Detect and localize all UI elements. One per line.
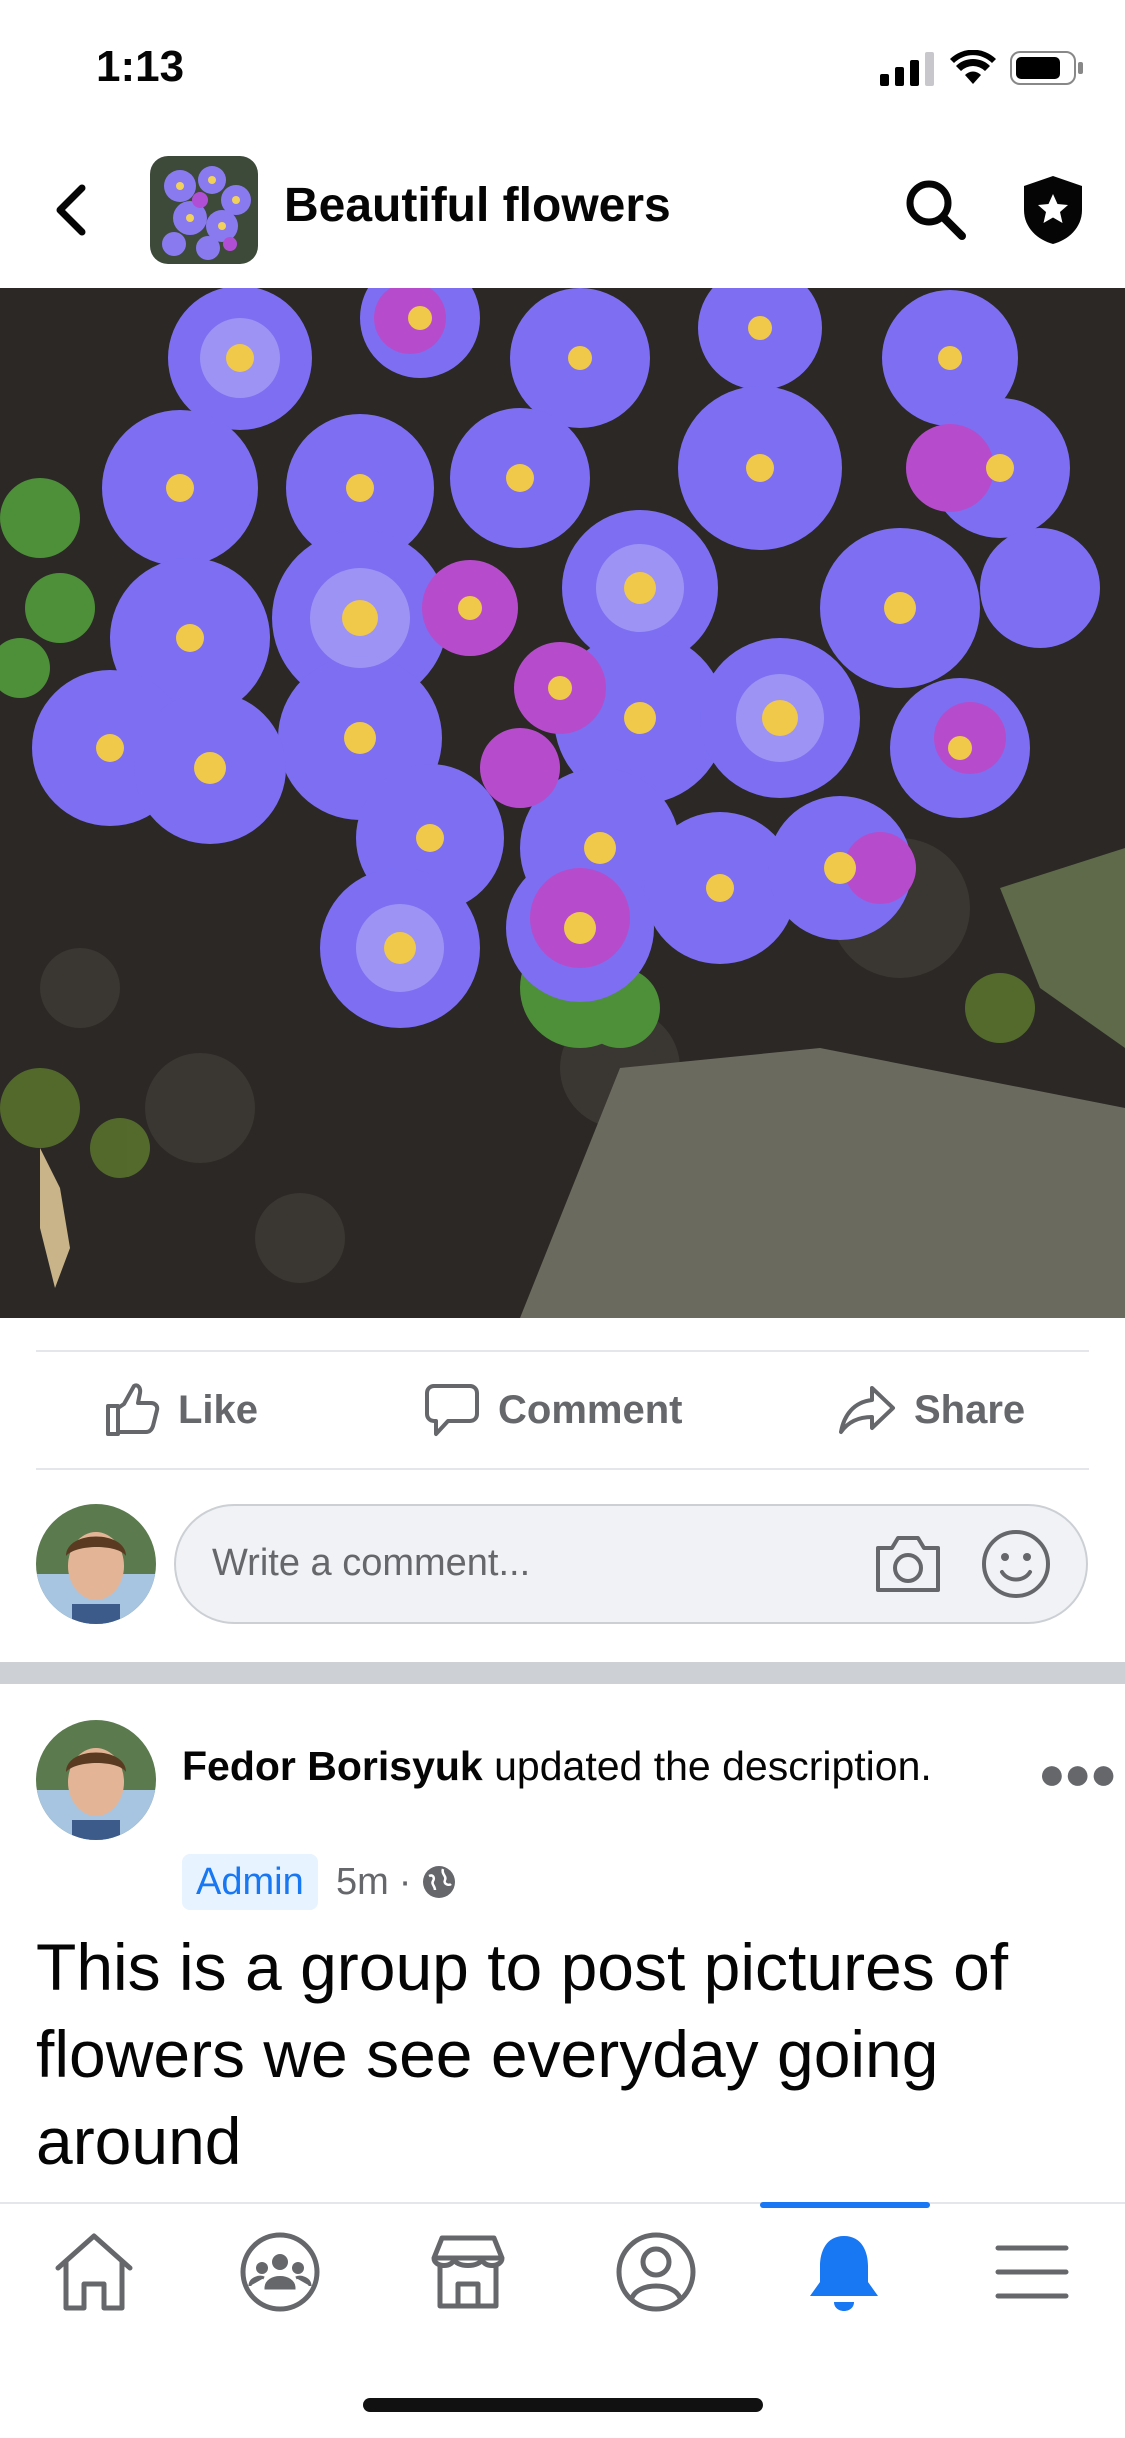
- post-meta: 5m ·: [336, 1856, 457, 1908]
- back-icon[interactable]: [48, 180, 98, 240]
- active-tab-indicator: [760, 2202, 930, 2208]
- notifications-icon[interactable]: [794, 2222, 894, 2322]
- section-separator: [0, 1662, 1125, 1684]
- comment-label: Comment: [498, 1387, 683, 1432]
- like-label: Like: [178, 1387, 259, 1432]
- post-action-text: updated the description.: [482, 1743, 932, 1789]
- globe-icon: [423, 1866, 456, 1898]
- group-title[interactable]: Beautiful flowers: [284, 178, 671, 233]
- post-photo[interactable]: [0, 288, 1125, 1318]
- home-icon[interactable]: [44, 2222, 144, 2322]
- avatar[interactable]: [36, 1720, 156, 1840]
- like-icon: [106, 1383, 160, 1436]
- search-icon[interactable]: [902, 176, 968, 242]
- comment-button[interactable]: Comment: [424, 1358, 682, 1462]
- cellular-signal-icon: [880, 52, 936, 86]
- post-header: Fedor Borisyuk updated the description.: [182, 1736, 982, 1796]
- menu-icon[interactable]: [982, 2222, 1082, 2322]
- battery-icon: [1010, 50, 1084, 86]
- divider: [36, 1468, 1089, 1470]
- author-name[interactable]: Fedor Borisyuk: [182, 1743, 483, 1789]
- share-button[interactable]: Share: [838, 1358, 1025, 1462]
- emoji-icon[interactable]: [980, 1528, 1052, 1600]
- status-time: 1:13: [96, 42, 185, 91]
- groups-icon[interactable]: [230, 2222, 330, 2322]
- post-time[interactable]: 5m: [336, 1856, 389, 1908]
- share-icon: [839, 1386, 895, 1434]
- marketplace-icon[interactable]: [418, 2222, 518, 2322]
- wifi-icon: [950, 49, 996, 86]
- post-body: This is a group to post pictures of flow…: [36, 1930, 1009, 2178]
- meta-separator: ·: [398, 1861, 412, 1903]
- like-button[interactable]: Like: [104, 1358, 258, 1462]
- home-indicator: [363, 2398, 763, 2412]
- avatar[interactable]: [36, 1504, 156, 1624]
- admin-badge: Admin: [182, 1854, 318, 1910]
- comment-icon: [425, 1384, 479, 1436]
- profile-icon[interactable]: [606, 2222, 706, 2322]
- group-avatar[interactable]: [150, 156, 258, 264]
- camera-icon[interactable]: [872, 1532, 944, 1596]
- admin-shield-icon[interactable]: [1020, 174, 1086, 246]
- share-label: Share: [914, 1387, 1026, 1432]
- divider: [36, 1350, 1089, 1352]
- more-options-icon[interactable]: ●●●: [1038, 1746, 1117, 1800]
- comment-placeholder: Write a comment...: [212, 1542, 531, 1584]
